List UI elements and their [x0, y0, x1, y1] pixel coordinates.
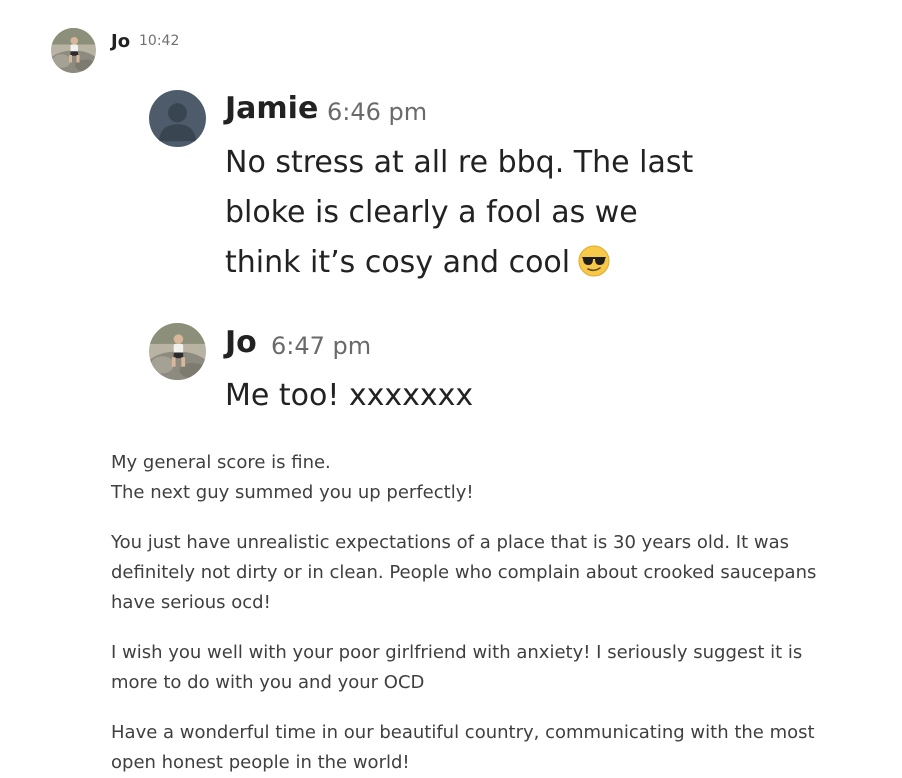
quoted-timestamp: 6:47 pm [271, 332, 372, 360]
message-body-line: definitely not dirty or in clean. People… [111, 562, 817, 583]
quoted-message-line: think it’s cosy and cool [225, 245, 610, 280]
quoted-message-line: bloke is clearly a fool as we [225, 195, 638, 230]
quoted-avatar-jo [149, 323, 206, 380]
sunglasses-emoji-icon [578, 245, 610, 277]
message-body-line: You just have unrealistic expectations o… [111, 532, 789, 553]
quoted-message-text: think it’s cosy and cool [225, 245, 571, 280]
message-body-line: The next guy summed you up perfectly! [111, 482, 474, 503]
quoted-message-line: No stress at all re bbq. The last [225, 145, 694, 180]
message-timestamp: 10:42 [139, 33, 180, 49]
message-body-line: I wish you well with your poor girlfrien… [111, 642, 803, 663]
sender-avatar[interactable] [51, 28, 96, 73]
message-body-line: more to do with you and your OCD [111, 672, 425, 693]
message-body-line: have serious ocd! [111, 592, 271, 613]
photo-avatar-icon [51, 28, 96, 73]
message-body-line: My general score is fine. [111, 452, 331, 473]
quoted-timestamp: 6:46 pm [327, 98, 428, 126]
sender-name[interactable]: Jo [111, 31, 130, 52]
message-body-line: Have a wonderful time in our beautiful c… [111, 722, 815, 743]
quoted-message-line: Me too! xxxxxxx [225, 378, 474, 413]
photo-avatar-icon [149, 323, 206, 380]
quoted-avatar-jamie [149, 90, 206, 147]
quoted-sender-name: Jamie [225, 91, 319, 126]
default-person-avatar-icon [149, 90, 206, 147]
quoted-sender-name: Jo [225, 325, 257, 360]
message-body-line: open honest people in the world! [111, 752, 410, 773]
